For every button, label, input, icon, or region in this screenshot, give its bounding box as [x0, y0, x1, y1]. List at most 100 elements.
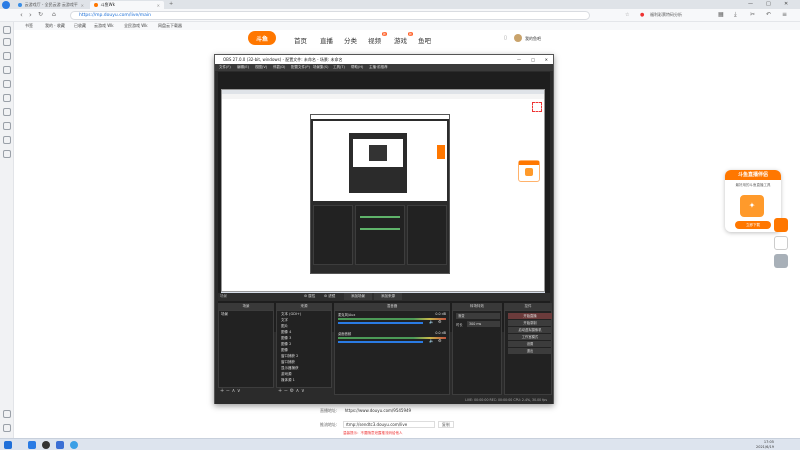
close-icon[interactable]: ✕ — [81, 3, 84, 8]
obs-menu-profile[interactable]: 配置文件(P) — [291, 64, 310, 71]
sidebar-mail-icon[interactable] — [3, 52, 11, 60]
nav-category[interactable]: 分类 — [344, 35, 357, 45]
forward-icon[interactable]: › — [29, 11, 32, 19]
mixer-panel[interactable]: 麦克风/Aux 0.0 dB 🔈 ⚙ 桌面音频 0.0 dB 🔈 ⚙ — [334, 310, 450, 395]
obs-add-source-button[interactable]: 添加来源 — [374, 293, 402, 300]
transitions-panel[interactable]: 渐变 时长 300 ms — [452, 310, 502, 395]
source-item[interactable]: 图片 — [281, 324, 288, 329]
source-item[interactable]: 文字 — [281, 318, 288, 323]
nav-video[interactable]: 视频新 — [368, 32, 387, 45]
source-item[interactable]: 图像 — [281, 348, 288, 353]
bookmark-item[interactable]: 网盘云下载器 — [158, 23, 182, 29]
source-item[interactable]: 图像 4 — [281, 330, 291, 335]
sidebar-app-icon[interactable] — [3, 150, 11, 158]
browser-logo-icon[interactable] — [2, 1, 10, 9]
sidebar-favorites-icon[interactable] — [3, 26, 11, 34]
add-icon[interactable]: + — [220, 388, 224, 394]
bookmark-item[interactable]: 已收藏 — [74, 23, 86, 29]
copy-button[interactable]: 复制 — [437, 421, 454, 428]
tab-douyu[interactable]: 斗鱼Wk ✕ — [90, 1, 164, 9]
live-companion-icon[interactable] — [774, 218, 788, 232]
transition-select[interactable]: 渐变 — [456, 313, 500, 319]
new-tab-button[interactable]: + — [169, 1, 173, 7]
cut-icon[interactable]: ✂ — [750, 11, 755, 18]
gear-icon[interactable]: ⚙ — [438, 319, 442, 324]
sidebar-add-icon[interactable] — [3, 410, 11, 418]
sidebar-settings-icon[interactable] — [3, 424, 11, 432]
stream-address-value[interactable]: https://www.douyu.com/9545949 — [345, 408, 411, 413]
share-side-icon[interactable] — [774, 254, 788, 268]
remove-icon[interactable]: − — [226, 388, 230, 394]
source-item[interactable]: 文本 (GDI+) — [281, 312, 301, 317]
taskbar-browser-icon[interactable] — [28, 441, 36, 449]
taskbar-obs-icon[interactable] — [42, 441, 50, 449]
undo-icon[interactable]: ↶ — [766, 11, 771, 18]
obs-menu-help[interactable]: 帮助(H) — [351, 64, 363, 71]
tab-cloud-game[interactable]: 云游戏厅 - 全民云游 云游戏平台 ✕ — [14, 1, 88, 9]
gear-icon[interactable]: ⚙ — [438, 338, 442, 343]
bookmark-item[interactable]: 全民游戏 Wk — [124, 23, 148, 29]
obs-add-scene-button[interactable]: 添加场景 — [344, 293, 372, 300]
add-icon[interactable]: + — [278, 388, 282, 394]
bookmark-item[interactable]: 书签 — [25, 23, 33, 29]
studio-mode-button[interactable]: 工作室模式 — [508, 334, 552, 340]
exit-button[interactable]: 退出 — [508, 348, 552, 354]
download-icon[interactable]: ⤓ — [734, 11, 737, 19]
sidebar-game-icon[interactable] — [3, 136, 11, 144]
hot-search-text[interactable]: 福利彩票特码分析 — [650, 12, 682, 18]
nav-game[interactable]: 游戏新 — [394, 32, 413, 45]
obs-menu-recommend[interactable]: 主播·前推荐 — [369, 64, 388, 71]
down-icon[interactable]: ∨ — [237, 388, 241, 394]
obs-window[interactable]: OBS 27.0.0 (32-bit, windows) - 配置文件: 未命名… — [214, 54, 554, 404]
bookmark-item[interactable]: 我的 · 收藏 — [45, 23, 65, 29]
obs-maximize-button[interactable]: □ — [531, 55, 535, 64]
scene-item[interactable]: 场景 — [221, 312, 228, 317]
bookmark-item[interactable]: 云游戏 Wk — [94, 23, 114, 29]
taskbar-edge-icon[interactable] — [70, 441, 78, 449]
obs-menu-view[interactable]: 视图(V) — [255, 64, 267, 71]
obs-filters-button[interactable]: ⚙ 滤镜 — [324, 294, 335, 299]
sidebar-chat-icon[interactable] — [3, 108, 11, 116]
push-address-input[interactable]: rtmp://sendtc3.douyu.com/live — [342, 421, 435, 428]
bookmark-star-icon[interactable]: ☆ — [625, 12, 629, 18]
remove-icon[interactable]: − — [284, 388, 288, 394]
source-item[interactable]: 游戏源 — [281, 372, 292, 377]
start-streaming-button[interactable]: 开始直播 — [508, 313, 552, 319]
obs-close-button[interactable]: ✕ — [545, 55, 548, 64]
source-item[interactable]: 窗口捕获 — [281, 360, 295, 365]
up-icon[interactable]: ∧ — [232, 388, 236, 394]
ad-download-button[interactable]: 立即下载 — [735, 221, 771, 229]
refresh-icon[interactable]: ↻ — [38, 11, 43, 18]
avatar[interactable] — [514, 34, 522, 42]
grid-icon[interactable]: ▦ — [718, 11, 724, 18]
obs-menu-tools[interactable]: 工具(T) — [333, 64, 345, 71]
sidebar-weibo-icon[interactable] — [3, 122, 11, 130]
back-icon[interactable]: ‹ — [20, 11, 23, 19]
virtual-camera-button[interactable]: 启动虚拟摄像机 — [508, 327, 552, 333]
duration-input[interactable]: 300 ms — [467, 321, 500, 327]
nav-home[interactable]: 首页 — [294, 35, 307, 45]
start-icon[interactable] — [4, 441, 12, 449]
obs-properties-button[interactable]: ⚙ 属性 — [304, 294, 315, 299]
home-side-icon[interactable] — [774, 236, 788, 250]
obs-menu-file[interactable]: 文件(F) — [219, 64, 231, 71]
sidebar-calendar-icon[interactable] — [3, 80, 11, 88]
obs-menu-scenecollection[interactable]: 场景集(S) — [313, 64, 328, 71]
start-recording-button[interactable]: 开始录制 — [508, 320, 552, 326]
scenes-panel[interactable]: 场景 — [218, 310, 274, 388]
nav-fishbar[interactable]: 鱼吧 — [418, 35, 431, 45]
speaker-icon[interactable]: 🔈 — [429, 319, 434, 324]
source-item[interactable]: 媒体源 1 — [281, 378, 295, 383]
sidebar-search-icon[interactable] — [3, 66, 11, 74]
obs-menu-dock[interactable]: 停靠(D) — [273, 64, 285, 71]
close-icon[interactable]: ✕ — [157, 3, 160, 8]
obs-menu-edit[interactable]: 编辑(E) — [237, 64, 249, 71]
volume-slider[interactable] — [338, 341, 423, 343]
url-input[interactable]: https://mp.douyu.com/live/main — [70, 11, 590, 20]
sidebar-notes-icon[interactable] — [3, 94, 11, 102]
menu-icon[interactable]: ≡ — [782, 11, 787, 18]
source-item[interactable]: 图像 3 — [281, 336, 291, 341]
maximize-button[interactable]: □ — [766, 1, 771, 7]
window-close-button[interactable]: ✕ — [784, 1, 788, 7]
source-item[interactable]: 显示器捕获 — [281, 366, 299, 371]
